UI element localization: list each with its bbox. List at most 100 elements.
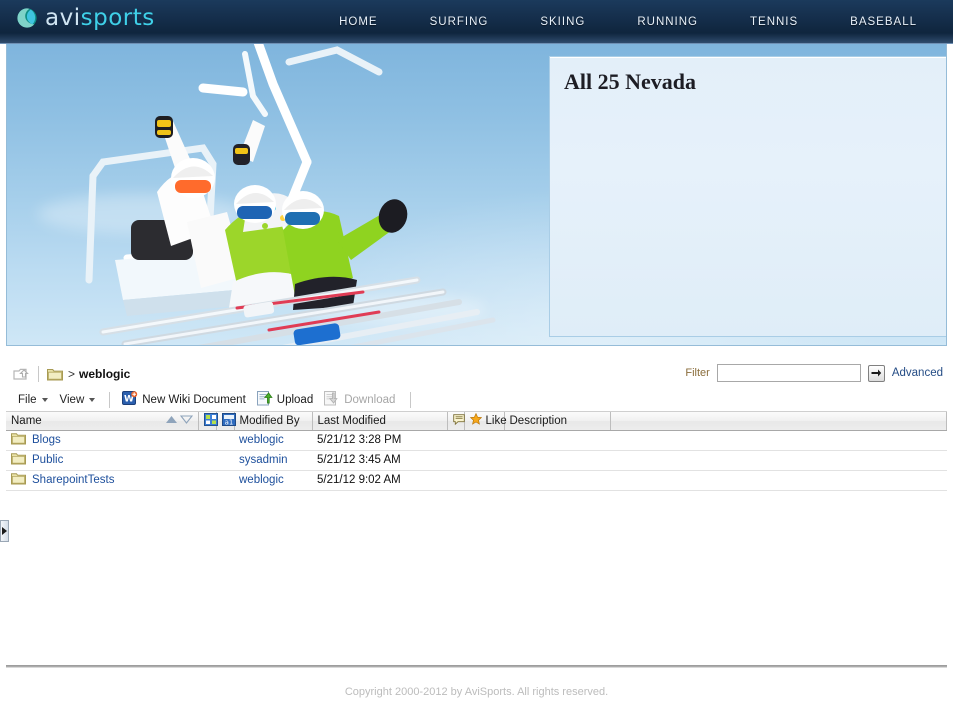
col-comments-header[interactable] [447, 412, 465, 431]
sort-ascending-icon[interactable] [165, 415, 178, 427]
cell-last-modified: 5/21/12 9:02 AM [312, 470, 447, 491]
modified-by-link[interactable]: weblogic [239, 474, 284, 486]
upload-to-parent-icon[interactable] [12, 365, 30, 383]
col-last-modified-header[interactable]: Last Modified [312, 412, 448, 431]
avisports-circle-logo-icon [16, 7, 38, 29]
new-wiki-document-button[interactable]: W New Wiki Document [118, 389, 253, 411]
brand-text-avi: avi [45, 5, 81, 31]
cell-comments[interactable] [447, 450, 464, 471]
document-library: > weblogic Filter Advanced File View W N… [0, 360, 947, 660]
document-name-link[interactable]: Blogs [32, 434, 61, 446]
col-like-header[interactable]: Like [464, 412, 507, 431]
brand-text-sports: sports [80, 5, 155, 31]
col-modified-by-header[interactable]: Modified By [234, 412, 313, 431]
upload-label: Upload [276, 393, 314, 406]
cell-like[interactable] [464, 430, 504, 451]
folder-icon [11, 432, 26, 448]
cell-detach [198, 450, 216, 471]
folder-icon [47, 367, 63, 381]
cell-modified-by[interactable]: weblogic [234, 470, 312, 491]
breadcrumb-row: > weblogic Filter Advanced [6, 360, 947, 388]
cell-last-modified: 5/21/12 3:28 PM [312, 430, 447, 451]
footer-divider [6, 665, 947, 668]
upload-button[interactable]: Upload [253, 389, 320, 411]
cell-description [504, 450, 610, 471]
file-menu-button[interactable]: File [12, 392, 54, 408]
wiki-document-icon: W [122, 390, 138, 409]
col-description-header[interactable]: Description [504, 412, 611, 431]
detach-table-icon[interactable] [203, 412, 218, 429]
cell-description [504, 430, 610, 451]
site-header: avisports HOME SURFING SKIING RUNNING TE… [0, 0, 953, 44]
table-header-row: Name a1 Modified By Last Modified Like D… [6, 412, 947, 431]
filter-go-button[interactable] [867, 364, 885, 382]
cell-query [216, 450, 234, 471]
cell-query [216, 430, 234, 451]
svg-text:a1: a1 [224, 418, 233, 426]
brand-logo[interactable]: avisports [16, 5, 155, 31]
nav-tennis[interactable]: TENNIS [724, 16, 824, 28]
page-title: All 25 Nevada [564, 69, 696, 94]
footer-copyright: Copyright 2000-2012 by AviSports. All ri… [344, 686, 609, 698]
nav-home[interactable]: HOME [313, 16, 404, 28]
cell-name[interactable]: SharepointTests [6, 470, 198, 491]
col-description-label: Description [509, 414, 568, 427]
modified-by-link[interactable]: sysadmin [239, 454, 288, 466]
document-name-link[interactable]: SharepointTests [32, 474, 114, 486]
toolbar-divider [109, 391, 111, 408]
filter-controls: Filter Advanced [685, 364, 943, 382]
nav-surfing[interactable]: SURFING [404, 16, 515, 28]
brand-wordmark: avisports [45, 5, 155, 31]
hero-banner: All 25 Nevada [6, 44, 947, 346]
cell-name[interactable]: Blogs [6, 430, 198, 451]
cell-query [216, 470, 234, 491]
view-menu-button[interactable]: View [54, 392, 102, 408]
nav-skiing[interactable]: SKIING [514, 16, 611, 28]
nav-baseball[interactable]: BASEBALL [824, 16, 943, 28]
modified-by-link[interactable]: weblogic [239, 434, 284, 446]
cell-comments[interactable] [447, 470, 464, 491]
comment-icon[interactable] [452, 414, 465, 428]
cell-modified-by[interactable]: weblogic [234, 430, 312, 451]
table-row[interactable]: Public sysadmin 5/21/12 3:45 AM [6, 450, 947, 471]
cell-comments[interactable] [447, 430, 464, 451]
new-wiki-document-label: New Wiki Document [142, 393, 246, 406]
document-name-link[interactable]: Public [32, 454, 63, 466]
cell-detach [198, 470, 216, 491]
breadcrumb-separator: > [68, 367, 76, 381]
cell-like[interactable] [464, 450, 504, 471]
cell-spacer [610, 470, 947, 491]
col-detach-header[interactable] [198, 412, 218, 431]
main-navigation: HOME SURFING SKIING RUNNING TENNIS BASEB… [313, 0, 943, 43]
query-by-example-icon[interactable]: a1 [221, 412, 236, 429]
filter-input[interactable] [716, 364, 861, 382]
expand-panel-arrow-icon[interactable] [0, 520, 9, 542]
sort-descending-icon[interactable] [179, 415, 193, 427]
table-row[interactable]: SharepointTests weblogic 5/21/12 9:02 AM [6, 470, 947, 491]
filter-label: Filter [685, 367, 710, 379]
advanced-search-link[interactable]: Advanced [892, 367, 943, 379]
cell-like[interactable] [464, 470, 504, 491]
star-icon [469, 412, 482, 428]
cell-name[interactable]: Public [6, 450, 198, 471]
documents-table-body: Blogs weblogic 5/21/12 3:28 PM Public sy… [6, 430, 947, 491]
hero-content-panel: All 25 Nevada [549, 56, 946, 337]
upload-icon [256, 390, 273, 409]
chairlift-skiers-illustration [85, 44, 496, 345]
nav-running[interactable]: RUNNING [611, 16, 724, 28]
view-menu-label: View [59, 393, 85, 406]
col-name-header[interactable]: Name [6, 412, 199, 431]
cell-last-modified: 5/21/12 3:45 AM [312, 450, 447, 471]
cell-spacer [610, 450, 947, 471]
col-spacer-header [610, 412, 947, 431]
col-query-header[interactable]: a1 [216, 412, 236, 431]
chevron-down-icon [41, 397, 48, 402]
chevron-down-icon [89, 397, 96, 402]
cell-spacer [610, 430, 947, 451]
download-icon [324, 390, 340, 409]
documents-table: Name a1 Modified By Last Modified Like D… [6, 412, 947, 491]
col-modified-by-label: Modified By [239, 414, 300, 427]
cell-modified-by[interactable]: sysadmin [234, 450, 312, 471]
table-row[interactable]: Blogs weblogic 5/21/12 3:28 PM [6, 430, 947, 451]
breadcrumb-current[interactable]: weblogic [79, 367, 130, 381]
